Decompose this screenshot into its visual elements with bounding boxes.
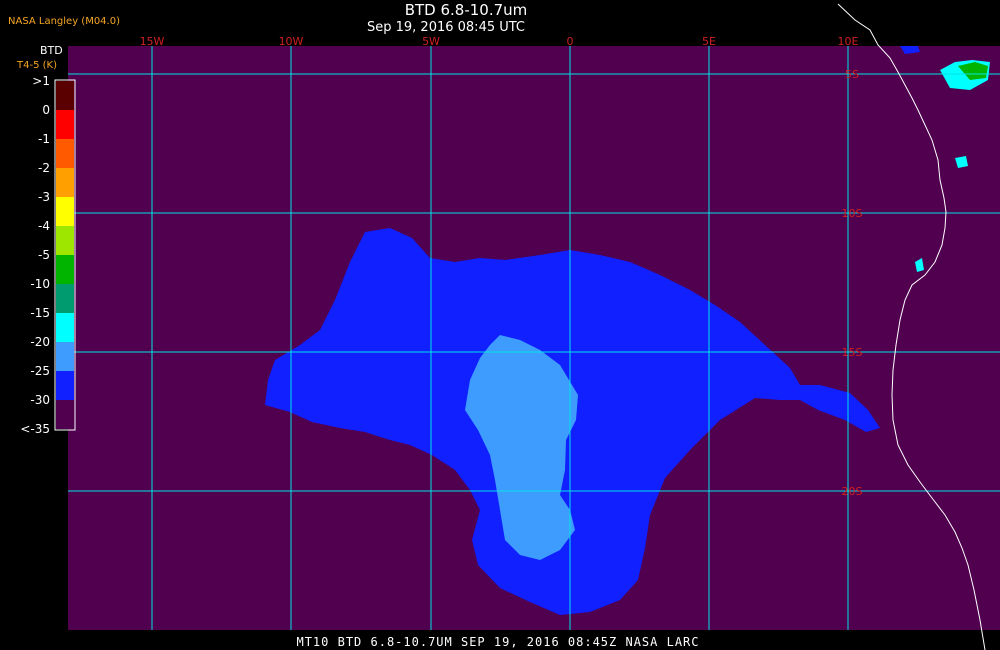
color-bar-label: -25 xyxy=(30,364,50,378)
btd-map: 15W 10W 5W 0 5E 10E 5S 10S 15S 20S >1 0 -1 -2 -3 -4 -5 -… xyxy=(20,3,1000,650)
longitude-label: 5E xyxy=(702,35,716,48)
color-bar-label: <-35 xyxy=(20,422,50,436)
satellite-image-viewer: 15W 10W 5W 0 5E 10E 5S 10S 15S 20S >1 0 -1 -2 -3 -4 -5 -… xyxy=(0,0,1000,650)
color-bar: >1 0 -1 -2 -3 -4 -5 -10 -15 -20 -25 -30 <-35 xyxy=(20,74,76,436)
color-bar-segment xyxy=(56,255,74,284)
longitude-label: 10W xyxy=(279,35,304,48)
longitude-label: 15W xyxy=(140,35,165,48)
longitude-label: 0 xyxy=(567,35,574,48)
longitude-label: 10E xyxy=(838,35,859,48)
color-bar-label: 0 xyxy=(42,103,50,117)
color-bar-label: -20 xyxy=(30,335,50,349)
color-bar-label: -10 xyxy=(30,277,50,291)
color-bar-segment xyxy=(56,81,74,110)
color-bar-segment xyxy=(56,139,74,168)
color-bar-label: >1 xyxy=(32,74,50,88)
longitude-label: 5W xyxy=(422,35,440,48)
color-bar-segment xyxy=(56,342,74,371)
color-bar-label: -15 xyxy=(30,306,50,320)
color-bar-segment xyxy=(56,110,74,139)
footer-caption: MT10 BTD 6.8-10.7UM SEP 19, 2016 08:45Z … xyxy=(0,635,1000,649)
product-title-text: BTD 6.8-10.7um xyxy=(404,1,528,19)
latitude-label: 10S xyxy=(842,207,863,220)
image-datetime-text: Sep 19, 2016 08:45 UTC xyxy=(366,20,526,35)
color-bar-label: -3 xyxy=(38,190,50,204)
color-bar-segment xyxy=(56,197,74,226)
color-bar-segment xyxy=(56,313,74,342)
footer-caption-text: MT10 BTD 6.8-10.7UM SEP 19, 2016 08:45Z … xyxy=(296,635,700,649)
color-bar-segment xyxy=(56,168,74,197)
color-bar-label: -4 xyxy=(38,219,50,233)
color-bar-label: -5 xyxy=(38,248,50,262)
color-bar-label: -30 xyxy=(30,393,50,407)
product-title: BTD 6.8-10.7um xyxy=(0,1,1000,19)
color-bar-segment xyxy=(56,226,74,255)
color-bar-label: -2 xyxy=(38,161,50,175)
legend-title: BTD xyxy=(40,44,63,57)
color-bar-segment xyxy=(56,371,74,400)
latitude-label: 5S xyxy=(845,68,859,81)
legend-subtitle: T4-5 (K) xyxy=(17,60,57,71)
color-bar-label: -1 xyxy=(38,132,50,146)
latitude-label: 20S xyxy=(842,485,863,498)
image-datetime: Sep 19, 2016 08:45 UTC xyxy=(0,20,1000,35)
color-bar-segment xyxy=(56,284,74,313)
color-bar-segment xyxy=(56,400,74,429)
latitude-label: 15S xyxy=(842,346,863,359)
